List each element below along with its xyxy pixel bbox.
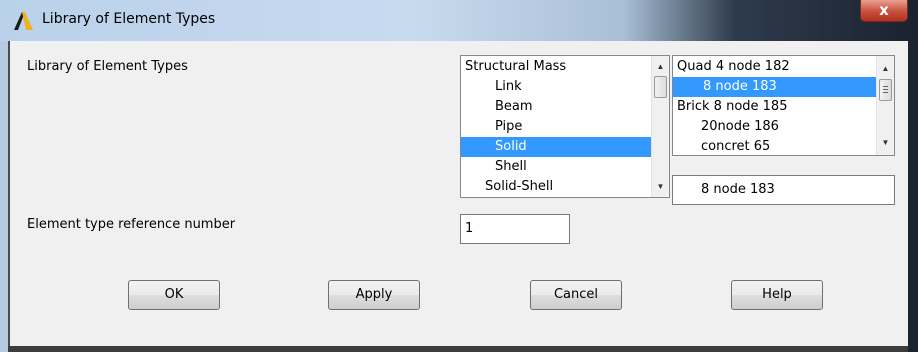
category-item-link[interactable]: Link: [463, 77, 651, 97]
category-scrollbar[interactable]: ▲ ▼: [651, 56, 669, 197]
selection-display: 8 node 183: [672, 175, 895, 205]
help-button[interactable]: Help: [731, 280, 823, 310]
scroll-thumb[interactable]: [654, 76, 667, 98]
element-listbox[interactable]: Quad 4 node 182 8 node 183 Brick 8 node …: [672, 55, 895, 156]
close-button[interactable]: x: [860, 0, 908, 22]
window-frame-right: [908, 41, 918, 352]
scroll-up-icon[interactable]: ▲: [877, 60, 894, 77]
dialog-window: Library of Element Types x Library of El…: [0, 0, 918, 352]
category-listbox[interactable]: Structural Mass Link Beam Pipe Solid She…: [460, 55, 670, 198]
ok-button[interactable]: OK: [128, 280, 220, 310]
ref-number-input[interactable]: 1: [460, 214, 570, 244]
close-icon: x: [879, 1, 889, 19]
category-item-solid[interactable]: Solid: [461, 137, 655, 157]
scroll-down-icon[interactable]: ▼: [652, 178, 669, 195]
category-item-structural-mass[interactable]: Structural Mass: [463, 57, 651, 77]
element-item-concret-65[interactable]: concret 65: [675, 137, 873, 155]
scroll-down-icon[interactable]: ▼: [877, 134, 894, 151]
ref-number-label: Element type reference number: [27, 217, 236, 232]
category-item-solid-shell[interactable]: Solid-Shell: [463, 177, 651, 197]
element-item-quad-182[interactable]: Quad 4 node 182: [675, 57, 873, 77]
window-frame-left: [0, 41, 8, 352]
category-item-beam[interactable]: Beam: [463, 97, 651, 117]
window-frame-bottom: [8, 346, 908, 352]
element-scrollbar[interactable]: ▲ ▼: [876, 56, 894, 155]
scroll-up-icon[interactable]: ▲: [652, 58, 669, 75]
element-item-183[interactable]: 8 node 183: [673, 77, 891, 97]
element-item-brick-185[interactable]: Brick 8 node 185: [675, 97, 873, 117]
category-item-pipe[interactable]: Pipe: [463, 117, 651, 137]
element-item-186[interactable]: 20node 186: [675, 117, 873, 137]
title-bar[interactable]: Library of Element Types x: [0, 0, 918, 41]
dialog-body: Library of Element Types Structural Mass…: [8, 41, 908, 346]
category-item-shell[interactable]: Shell: [463, 157, 651, 177]
apply-button[interactable]: Apply: [328, 280, 420, 310]
ansys-logo-icon: [14, 12, 33, 30]
scroll-thumb[interactable]: [879, 79, 892, 101]
library-label: Library of Element Types: [27, 59, 188, 74]
window-title: Library of Element Types: [42, 11, 216, 27]
cancel-button[interactable]: Cancel: [530, 280, 622, 310]
